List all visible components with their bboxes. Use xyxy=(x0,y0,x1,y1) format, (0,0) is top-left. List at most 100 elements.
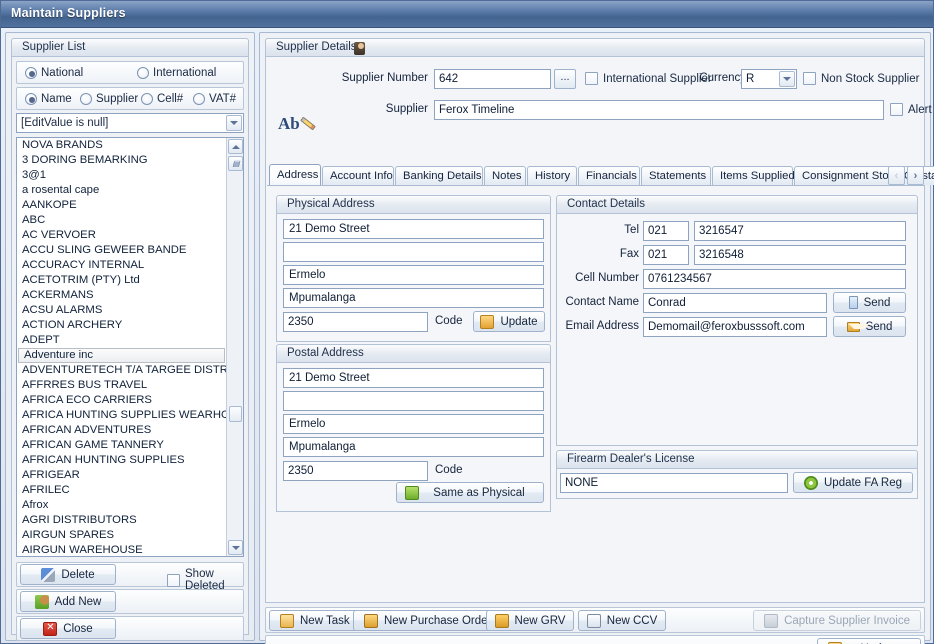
scroll-down-icon[interactable] xyxy=(228,540,243,555)
list-item[interactable]: AANKOPE xyxy=(17,198,226,213)
tab-items-supplied[interactable]: Items Supplied xyxy=(712,166,795,185)
list-item[interactable]: NOVA BRANDS xyxy=(17,138,226,153)
scroll-grip-icon[interactable]: ▤ xyxy=(228,156,243,171)
contact-name-label: Contact Name xyxy=(565,296,639,308)
postal-address-line-2[interactable] xyxy=(283,391,544,411)
postal-address-line-3[interactable]: Ermelo xyxy=(283,414,544,434)
physical-address-line-2[interactable] xyxy=(283,242,544,262)
email-address-input[interactable]: Demomail@feroxbusssoft.com xyxy=(643,317,827,337)
tab-notes[interactable]: Notes xyxy=(484,166,526,185)
currency-select[interactable]: R xyxy=(741,69,797,89)
tab-account-info[interactable]: Account Info xyxy=(322,166,394,185)
list-item[interactable]: AFRIGEAR xyxy=(17,468,226,483)
supplier-number-browse-button[interactable]: ... xyxy=(554,69,576,89)
list-item[interactable]: 3@1 xyxy=(17,168,226,183)
list-item[interactable]: ACTION ARCHERY xyxy=(17,318,226,333)
list-item[interactable]: a rosental cape xyxy=(17,183,226,198)
contact-send-sms-button[interactable]: Send xyxy=(833,292,906,313)
list-item[interactable]: AFFRRES BUS TRAVEL xyxy=(17,378,226,393)
fax-number-input[interactable]: 3216548 xyxy=(694,245,906,265)
list-item[interactable]: ACSU ALARMS xyxy=(17,303,226,318)
tab-banking-details[interactable]: Banking Details xyxy=(395,166,483,185)
physical-address-fields: 21 Demo Street Ermelo Mpumalanga 2350 Co… xyxy=(276,214,551,342)
new-ccv-button[interactable]: New CCV xyxy=(578,610,666,631)
list-item[interactable]: AFRICA ECO CARRIERS xyxy=(17,393,226,408)
new-grv-button[interactable]: New GRV xyxy=(486,610,574,631)
supplier-search-combo-value: [EditValue is null] xyxy=(21,117,109,129)
list-item[interactable]: ADEPT xyxy=(17,333,226,348)
list-item[interactable]: ACETOTRIM (PTY) Ltd xyxy=(17,273,226,288)
physical-address-line-4[interactable]: Mpumalanga xyxy=(283,288,544,308)
fax-code-input[interactable]: 021 xyxy=(643,245,689,265)
add-new-row: Add New xyxy=(16,589,244,614)
list-item[interactable]: ACCU SLING GEWEER BANDE xyxy=(17,243,226,258)
list-item[interactable]: AIRGUN SPARES xyxy=(17,528,226,543)
firearm-license-input[interactable]: NONE xyxy=(560,473,788,493)
list-item[interactable]: AIRGUN WAREHOUSE xyxy=(17,543,226,556)
alert-checkbox[interactable]: Alert xyxy=(890,103,932,116)
chevron-down-icon-currency[interactable] xyxy=(779,71,795,87)
add-new-button[interactable]: Add New xyxy=(20,591,116,612)
capture-supplier-invoice-button[interactable]: Capture Supplier Invoice xyxy=(753,610,921,631)
radio-vat[interactable]: VAT# xyxy=(193,91,236,107)
update-fa-reg-button[interactable]: Update FA Reg xyxy=(793,472,913,493)
radio-national[interactable]: National xyxy=(25,65,83,81)
list-item[interactable]: AC VERVOER xyxy=(17,228,226,243)
contact-name-input[interactable]: Conrad xyxy=(643,293,827,313)
update-button[interactable]: Update xyxy=(817,638,921,644)
tab-history[interactable]: History xyxy=(527,166,577,185)
scroll-up-icon[interactable] xyxy=(228,139,243,154)
list-item[interactable]: Afrox xyxy=(17,498,226,513)
tab-scroll-next-icon[interactable]: › xyxy=(907,166,924,185)
physical-address-line-1[interactable]: 21 Demo Street xyxy=(283,219,544,239)
list-item[interactable]: ACKERMANS xyxy=(17,288,226,303)
radio-international[interactable]: International xyxy=(137,65,216,81)
tab-consignment-stock[interactable]: Consignment Stock xyxy=(794,166,900,185)
tel-code-input[interactable]: 021 xyxy=(643,221,689,241)
list-item[interactable]: AFRICAN GAME TANNERY xyxy=(17,438,226,453)
tab-scroll-prev-icon[interactable]: ‹ xyxy=(888,166,905,185)
physical-address-code-input[interactable]: 2350 xyxy=(283,312,428,332)
postal-address-line-1[interactable]: 21 Demo Street xyxy=(283,368,544,388)
postal-address-code-input[interactable]: 2350 xyxy=(283,461,428,481)
new-task-button[interactable]: New Task xyxy=(269,610,361,631)
supplier-list-box[interactable]: NOVA BRANDS 3 DORING BEMARKING 3@1 a rosent… xyxy=(16,137,244,557)
physical-address-line-3[interactable]: Ermelo xyxy=(283,265,544,285)
physical-address-update-button[interactable]: Update xyxy=(473,311,545,332)
list-item[interactable]: ABC xyxy=(17,213,226,228)
supplier-name-input[interactable]: Ferox Timeline xyxy=(434,100,884,120)
same-as-physical-button[interactable]: Same as Physical xyxy=(396,482,544,503)
list-item[interactable]: AFRICAN HUNTING SUPPLIES xyxy=(17,453,226,468)
close-button[interactable]: Close xyxy=(20,618,116,639)
cell-number-input[interactable]: 0761234567 xyxy=(643,269,906,289)
list-item[interactable]: AFRICAN ADVENTURES xyxy=(17,423,226,438)
email-send-button[interactable]: Send xyxy=(833,316,906,337)
postal-address-line-4[interactable]: Mpumalanga xyxy=(283,437,544,457)
tel-label: Tel xyxy=(624,224,639,236)
radio-dot-supplier xyxy=(80,93,92,105)
delete-button[interactable]: Delete xyxy=(20,564,116,585)
tab-financials[interactable]: Financials xyxy=(578,166,640,185)
list-item-selected[interactable]: Adventure inc xyxy=(18,348,225,363)
list-item[interactable]: 3 DORING BEMARKING xyxy=(17,153,226,168)
firearm-license-fields: NONE Update FA Reg xyxy=(556,469,918,499)
chevron-down-icon[interactable] xyxy=(226,115,242,131)
radio-supplier[interactable]: Supplier xyxy=(80,91,138,107)
radio-cell[interactable]: Cell# xyxy=(141,91,183,107)
new-purchase-order-button[interactable]: New Purchase Order xyxy=(353,610,503,631)
supplier-number-input[interactable]: 642 xyxy=(434,69,551,89)
tab-statements[interactable]: Statements xyxy=(641,166,711,185)
supplier-search-combo[interactable]: [EditValue is null] xyxy=(16,113,244,133)
list-item[interactable]: AFRICA HUNTING SUPPLIES WEARHO xyxy=(17,408,226,423)
supplier-list-scrollbar[interactable]: ▤ xyxy=(226,138,243,556)
tab-address[interactable]: Address xyxy=(269,164,321,185)
list-item[interactable]: ACCURACY INTERNAL xyxy=(17,258,226,273)
list-item[interactable]: AFRILEC xyxy=(17,483,226,498)
list-item[interactable]: AGRI DISTRIBUTORS xyxy=(17,513,226,528)
radio-dot-international xyxy=(137,67,149,79)
radio-name[interactable]: Name xyxy=(25,91,72,107)
scrollbar-thumb[interactable] xyxy=(229,406,242,422)
tel-number-input[interactable]: 3216547 xyxy=(694,221,906,241)
non-stock-supplier-checkbox[interactable]: Non Stock Supplier xyxy=(803,72,919,85)
list-item[interactable]: ADVENTURETECH T/A TARGEE DISTRIBUT xyxy=(17,363,226,378)
